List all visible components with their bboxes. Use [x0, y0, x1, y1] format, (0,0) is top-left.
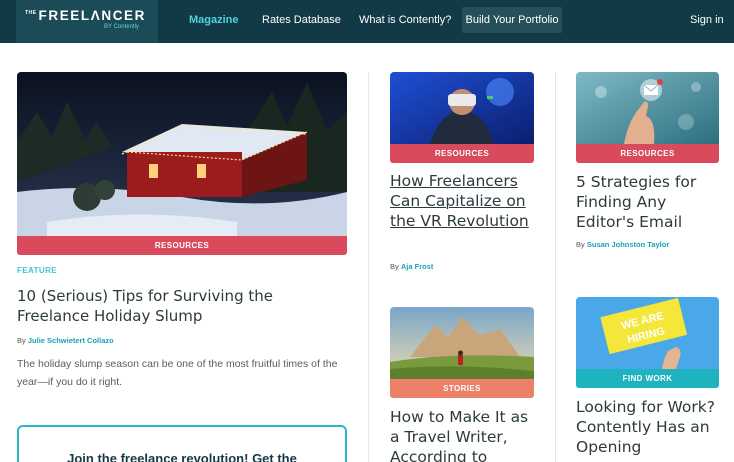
- featured-article-title[interactable]: 10 (Serious) Tips for Surviving the Free…: [17, 286, 347, 326]
- email-touch-image[interactable]: [576, 72, 719, 144]
- nav-magazine[interactable]: Magazine: [189, 14, 239, 26]
- article-1-author-link[interactable]: Aja Frost: [401, 262, 434, 271]
- vr-headset-image[interactable]: [390, 72, 534, 144]
- sign-in-link[interactable]: Sign in: [690, 14, 724, 26]
- logo-byline: BY Contently: [104, 24, 139, 30]
- build-portfolio-label: Build Your Portfolio: [465, 14, 559, 26]
- top-navigation: THE FREELΛNCER BY Contently Magazine Rate…: [0, 0, 734, 43]
- nav-rates-database[interactable]: Rates Database: [262, 14, 341, 26]
- article-2-byline: By Susan Johnston Taylor: [576, 240, 670, 249]
- logo-wordmark: THE FREELΛNCER: [25, 8, 147, 23]
- article-3-category-tag[interactable]: STORIES: [390, 379, 534, 398]
- mountain-hiker-image[interactable]: [390, 307, 534, 379]
- newsletter-promo-text: Join the freelance revolution! Get the: [67, 451, 297, 462]
- article-4-category-tag[interactable]: FIND WORK: [576, 369, 719, 388]
- article-3-title[interactable]: How to Make It as a Travel Writer, Accor…: [390, 407, 540, 462]
- article-1-byline: By Aja Frost: [390, 262, 434, 271]
- featured-image-snowy-cabin[interactable]: [17, 72, 347, 236]
- featured-byline: By Julie Schwietert Collazo: [17, 336, 114, 345]
- newsletter-promo[interactable]: Join the freelance revolution! Get the: [17, 425, 347, 462]
- article-2-author-link[interactable]: Susan Johnston Taylor: [587, 240, 669, 249]
- freelancer-logo[interactable]: THE FREELΛNCER BY Contently: [16, 0, 158, 43]
- build-portfolio-button[interactable]: Build Your Portfolio: [462, 7, 562, 33]
- featured-kicker: FEATURE: [17, 266, 57, 275]
- column-divider: [555, 72, 556, 462]
- featured-description: The holiday slump season can be one of t…: [17, 358, 338, 388]
- article-4-title[interactable]: Looking for Work? Contently Has an Openi…: [576, 397, 726, 457]
- we-are-hiring-image[interactable]: WE ARE HIRING: [576, 297, 719, 369]
- nav-what-is-contently[interactable]: What is Contently?: [359, 14, 451, 26]
- article-1-title[interactable]: How Freelancers Can Capitalize on the VR…: [390, 171, 540, 231]
- featured-category-tag[interactable]: RESOURCES: [17, 236, 347, 255]
- article-2-title[interactable]: 5 Strategies for Finding Any Editor's Em…: [576, 172, 726, 232]
- article-1-category-tag[interactable]: RESOURCES: [390, 144, 534, 163]
- article-2-category-tag[interactable]: RESOURCES: [576, 144, 719, 163]
- column-divider: [368, 72, 369, 462]
- featured-author-link[interactable]: Julie Schwietert Collazo: [28, 336, 114, 345]
